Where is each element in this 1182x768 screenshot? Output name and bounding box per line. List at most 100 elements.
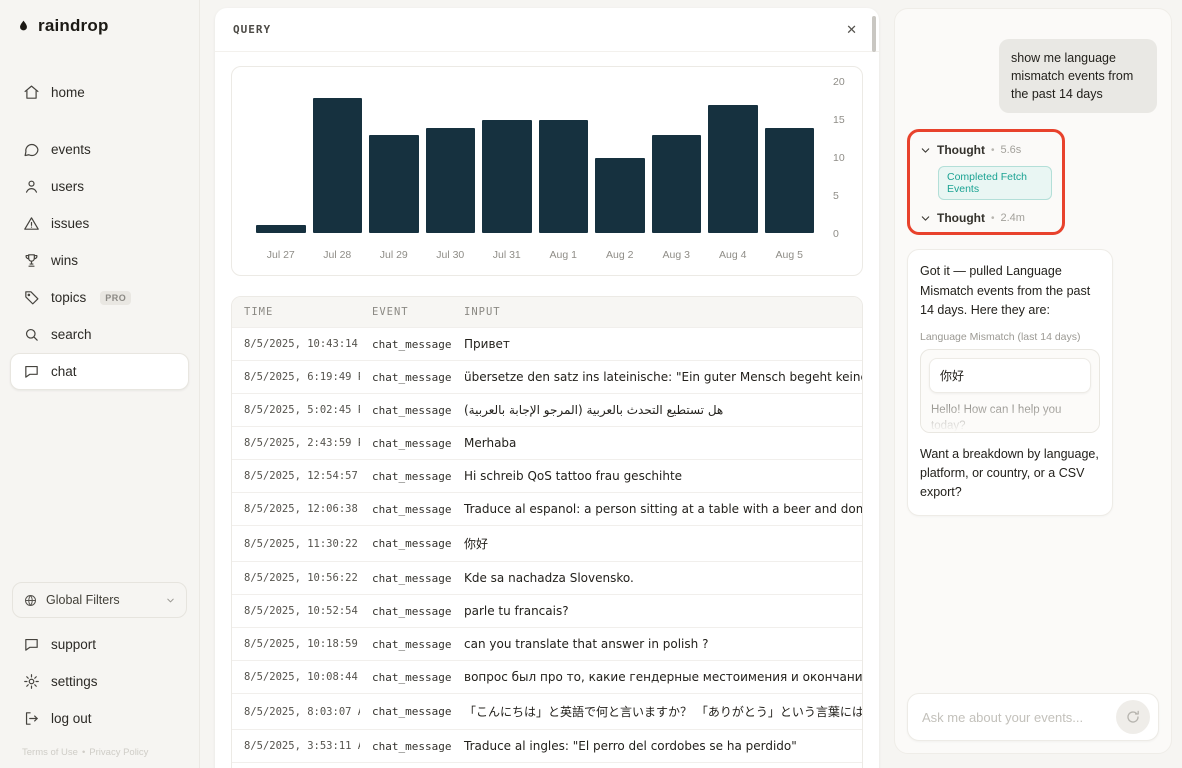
thought-annotation-box: Thought • 5.6s Completed Fetch Events Th… [907,129,1065,236]
table-row[interactable]: 8/5/2025, 6:19:49 PM chat_message übersetz… [232,360,862,394]
chevron-down-icon [165,595,176,606]
cell-event: chat_message [360,360,452,394]
logout-icon [23,710,40,727]
chart-bar [538,120,588,233]
table-row[interactable]: 8/5/2025, 10:18:59 AMchat_messagecan you… [232,627,862,661]
sidebar-nav: home events users issues wins topics PRO… [0,74,199,390]
table-row[interactable]: 8/5/2025, 10:43:14 PMchat_messageПривет [232,327,862,361]
raindrop-logo-icon [16,17,31,36]
chart-y-axis: 20 15 10 5 0 [820,76,852,240]
chart-x-axis: Jul 27 Jul 28 Jul 29 Jul 30 Jul 31 Aug 1 Aug 2… [250,240,820,263]
close-icon[interactable]: ✕ [842,20,861,40]
x-tick-label: Aug 2 [606,249,634,261]
sidebar-item-home[interactable]: home [10,74,189,111]
table-row[interactable]: 8/5/2025, 12:54:57 PMchat_messageHi schr… [232,459,862,493]
cell-time: 8/5/2025, 6:19:49 PM [232,360,360,394]
sidebar-item-issues[interactable]: issues [10,205,189,242]
status-badge[interactable]: Completed Fetch Events [938,166,1052,201]
y-tick-label: 0 [833,228,839,240]
cell-time: 8/5/2025, 3:53:11 AM [232,729,360,763]
events-bar-chart: 20 15 10 5 0 Jul 27 Jul 28 Jul 29 Jul 30 Jul 31 A… [231,66,863,276]
globe-icon [23,593,38,608]
chart-bar [425,128,475,233]
cell-time: 8/5/2025, 10:52:54 AM [232,594,360,628]
cell-event: chat_message [360,492,452,526]
thought-duration: 5.6s [1000,144,1022,157]
y-tick-label: 10 [833,152,845,164]
cell-time: 8/5/2025, 10:43:14 PM [232,327,360,361]
chart-bar [651,135,701,233]
global-filters-select[interactable]: Global Filters [12,582,187,618]
sidebar-item-support[interactable]: support [10,626,189,663]
thought-duration: 2.4m [1000,212,1025,225]
thought-label: Thought [937,143,985,158]
cell-time: 8/5/2025, 12:54:57 PM [232,459,360,493]
x-tick-label: Aug 3 [662,249,690,261]
cell-event: chat_message [360,594,452,628]
sidebar-item-label: topics [51,290,87,305]
x-tick-label: Jul 28 [323,249,352,261]
x-tick-label: Jul 31 [492,249,521,261]
sidebar-item-label: chat [51,364,77,379]
y-tick-label: 15 [833,114,845,126]
chart-bars [250,83,820,233]
cell-input: Привет [452,327,862,361]
terms-link[interactable]: Terms of Use [22,747,78,758]
table-row[interactable]: 8/5/2025, 5:02:45 PM chat_message هل تستطي… [232,393,862,427]
column-header: INPUT [452,297,862,328]
chart-bar [256,225,306,233]
cell-event: chat_message [360,660,452,694]
cell-time: 8/5/2025, 2:43:59 PM [232,426,360,460]
sidebar-item-search[interactable]: search [10,316,189,353]
fade-overlay [921,403,1099,432]
sidebar-item-label: search [51,327,92,342]
table-row[interactable]: 8/5/2025, 12:06:38 PMchat_messageTraduce… [232,492,862,526]
language-mismatch-widget[interactable]: 你好 Hello! How can I help you today? [920,348,1100,433]
tag-icon [23,289,40,306]
sidebar-item-logout[interactable]: log out [10,700,189,737]
table-row[interactable]: 8/5/2025, 11:30:22 AMchat_message你好 [232,525,862,562]
sidebar-item-topics[interactable]: topics PRO [10,279,189,316]
table-row[interactable]: 8/5/2025, 10:56:22 AMchat_messageKde sa … [232,561,862,595]
sidebar-item-label: settings [51,674,98,689]
table-row[interactable]: 8/5/2025, 8:03:07 AM chat_message 「こんにちは」と… [232,693,862,730]
chat-input[interactable] [914,709,1116,725]
sidebar-item-users[interactable]: users [10,168,189,205]
cell-input: Merhaba [452,426,862,460]
cell-event: chat_message [360,459,452,493]
cell-time: 8/5/2025, 8:03:07 AM [232,693,360,730]
sidebar-item-label: support [51,637,97,652]
chevron-down-icon [920,213,931,224]
sidebar-item-settings[interactable]: settings [10,663,189,700]
pro-badge: PRO [100,290,132,305]
cell-time: 8/5/2025, 10:18:59 AM [232,627,360,661]
sidebar-item-events[interactable]: events [10,131,189,168]
table-row[interactable]: 8/5/2025, 2:43:59 PM chat_message Merhaba [232,426,862,460]
regenerate-icon[interactable] [1116,700,1150,734]
sidebar-item-label: log out [51,711,92,726]
chart-bar [595,158,645,233]
privacy-link[interactable]: Privacy Policy [89,747,148,758]
events-table-grid: TIMEEVENTINPUT 8/5/2025, 10:43:14 PMchat… [232,297,862,768]
assistant-followup: Want a breakdown by language, platform, … [920,446,1099,500]
table-row[interactable]: 8/5/2025, 10:52:54 AMchat_messageparle t… [232,594,862,628]
legal-links: Terms of Use • Privacy Policy [10,737,189,766]
cell-time: 8/5/2025, 11:30:22 AM [232,525,360,562]
sidebar-item-chat[interactable]: chat [10,353,189,390]
table-row[interactable]: 8/5/2025, 10:08:44 AMchat_messageвопрос … [232,660,862,694]
chat-input-bar [907,693,1159,741]
table-row[interactable]: 8/5/2025, 3:53:11 AM chat_message Traduce … [232,729,862,763]
x-tick-label: Jul 29 [379,249,408,261]
column-header: TIME [232,297,360,328]
table-row[interactable]: 8/5/2025, 3:20:31 AMchat_messageTranslat… [232,762,862,768]
thought-toggle-1[interactable]: Thought • 5.6s [920,140,1052,160]
cell-input: Hi schreib QoS tattoo frau geschihte [452,459,862,493]
chart-plot-area: 20 15 10 5 0 [250,76,852,240]
warning-triangle-icon [23,215,40,232]
gear-icon [23,673,40,690]
scrollbar[interactable] [872,16,876,52]
global-filters-label: Global Filters [46,593,120,607]
sidebar-item-wins[interactable]: wins [10,242,189,279]
thought-toggle-2[interactable]: Thought • 2.4m [920,208,1052,228]
